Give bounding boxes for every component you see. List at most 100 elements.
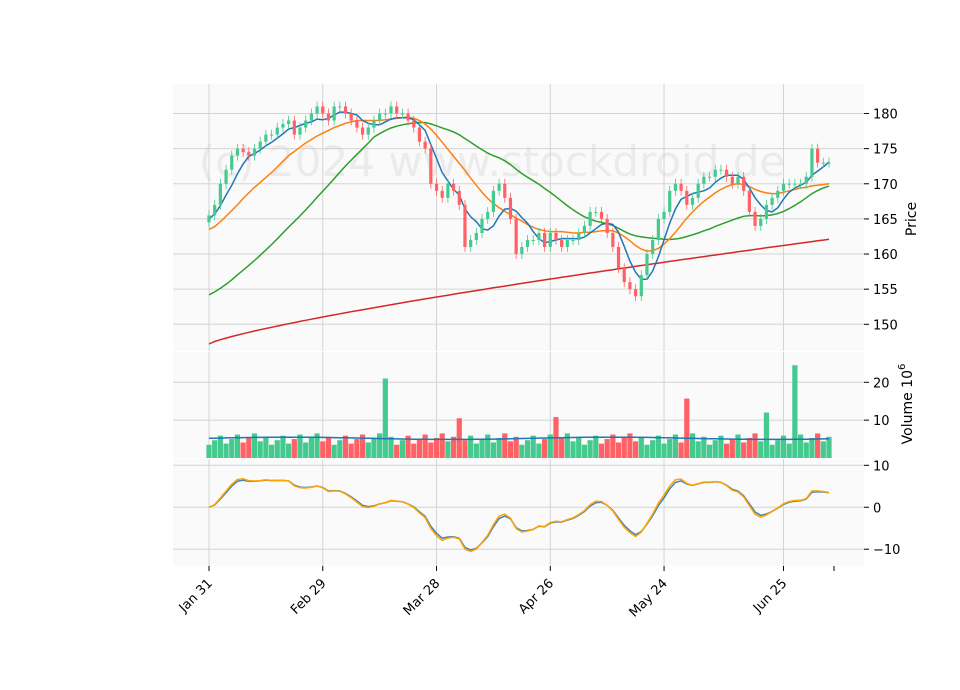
candle-body	[821, 162, 825, 164]
candle-body	[366, 127, 370, 135]
price-panel: (c) 2024 www.stockdroid.de 1501551601651…	[173, 84, 920, 351]
volume-y-ticks: 10 20	[864, 376, 890, 429]
candle-body	[332, 106, 336, 121]
candle-body	[571, 239, 575, 241]
volume-bar	[308, 437, 314, 458]
candle-body	[304, 120, 308, 128]
volume-bar	[337, 440, 343, 458]
macd-tick-label: −10	[873, 543, 900, 558]
volume-bar	[388, 436, 394, 458]
candle-body	[321, 106, 325, 114]
candle-body	[349, 113, 353, 121]
volume-bar	[212, 440, 218, 458]
volume-bar	[610, 434, 616, 458]
volume-bar	[581, 444, 588, 458]
volume-bar	[701, 436, 707, 458]
candle-body	[474, 232, 478, 240]
candle-body	[423, 141, 427, 149]
volume-bar	[786, 443, 792, 458]
candle-body	[360, 127, 365, 135]
candle-body	[816, 148, 820, 163]
candle-body	[713, 169, 717, 177]
candle-body	[218, 183, 222, 205]
volume-bar	[752, 433, 758, 458]
candle-body	[389, 106, 393, 114]
candle-body	[258, 141, 262, 149]
volume-bar	[399, 440, 405, 458]
candle-body	[639, 275, 643, 297]
volume-bar	[604, 439, 610, 458]
candle-body	[605, 218, 609, 233]
volume-axis-label: Volume 106	[897, 364, 916, 445]
price-axis-label: Price	[904, 202, 920, 236]
volume-bar	[303, 442, 309, 458]
price-tick-label: 180	[873, 108, 898, 123]
volume-bar	[524, 440, 531, 458]
volume-bar	[792, 365, 798, 458]
volume-bar	[456, 418, 462, 458]
candle-body	[469, 239, 473, 248]
candle-body	[685, 190, 689, 205]
watermark: (c) 2024 www.stockdroid.de	[199, 137, 785, 186]
x-axis-ticks: Jan 31 Feb 29 Mar 28 Apr 26 May 24 Jun 25	[176, 566, 835, 620]
candle-body	[645, 254, 649, 276]
candle-body	[429, 148, 433, 184]
volume-bar	[274, 440, 280, 458]
volume-bar	[621, 437, 627, 458]
candle-body	[525, 239, 530, 248]
volume-bar	[507, 441, 514, 458]
candle-body	[378, 113, 382, 121]
candle-body	[326, 113, 331, 121]
candle-body	[673, 183, 678, 191]
volume-bar	[769, 444, 775, 458]
volume-bar	[502, 433, 508, 458]
volume-bar	[257, 441, 263, 458]
volume-bar	[587, 440, 593, 458]
candle-body	[275, 127, 279, 135]
candle-body	[787, 183, 791, 185]
candle-body	[264, 134, 268, 142]
candle-body	[560, 239, 564, 248]
candle-body	[554, 232, 558, 240]
candle-body	[298, 127, 302, 135]
volume-bar	[354, 439, 360, 458]
volume-bar	[633, 441, 639, 458]
candle-body	[616, 247, 621, 269]
candle-body	[753, 211, 757, 226]
volume-bar	[325, 436, 332, 458]
candle-body	[804, 176, 808, 184]
x-tick-label: Feb 29	[288, 576, 330, 618]
volume-bar	[746, 437, 752, 458]
volume-bar	[541, 439, 548, 458]
volume-bar	[741, 442, 747, 458]
volume-bar	[348, 443, 354, 458]
volume-bar	[342, 435, 349, 458]
candle-body	[651, 239, 655, 255]
candle-body	[577, 232, 581, 240]
candle-body	[656, 218, 660, 240]
volume-bar	[706, 444, 713, 458]
candle-body	[457, 190, 461, 205]
volume-bar	[576, 436, 582, 458]
volume-bar	[724, 443, 730, 458]
candle-body	[292, 120, 296, 135]
candle-body	[383, 113, 387, 115]
volume-bar	[394, 444, 400, 458]
volume-bar	[331, 444, 337, 458]
x-tick-label: Mar 28	[401, 576, 444, 619]
candle-body	[355, 120, 359, 128]
volume-bar	[735, 434, 741, 458]
volume-bar	[644, 444, 650, 458]
volume-bar	[729, 439, 735, 458]
candle-body	[287, 120, 291, 125]
candle-body	[679, 183, 683, 191]
candle-body	[537, 232, 541, 240]
x-tick-label: May 24	[627, 576, 671, 620]
candle-body	[764, 204, 769, 219]
volume-bar	[377, 433, 383, 458]
price-tick-label: 150	[873, 318, 898, 333]
volume-bar	[667, 439, 673, 458]
candle-body	[440, 190, 444, 198]
volume-bar	[479, 439, 485, 458]
candle-body	[565, 239, 569, 248]
